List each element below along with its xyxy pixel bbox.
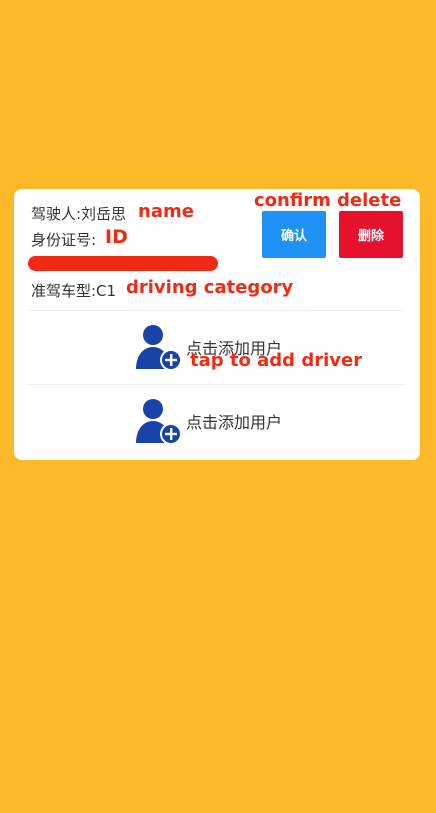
driving-category: 准驾车型:C1 [31,282,117,300]
confirm-button[interactable]: 确认 [262,211,326,258]
annotation-id: ID [105,226,128,248]
add-user-icon [136,325,182,371]
delete-button[interactable]: 删除 [339,211,403,258]
driver-card: 驾驶人:刘岳思 name 身份证号: ID confirm delete 确认 … [14,189,420,460]
annotation-driving-category: driving category [126,277,294,298]
annotation-confirm: confirm [254,190,331,211]
annotation-tap-to-add: tap to add driver [190,350,363,371]
add-user-row[interactable]: 点击添加用户 [14,391,420,455]
add-user-row[interactable]: 点击添加用户 [14,317,420,381]
driver-id-label: 身份证号: [31,231,97,249]
annotation-name: name [138,201,194,222]
add-user-icon [136,399,182,445]
id-redaction [28,256,218,271]
driver-name: 驾驶人:刘岳思 [31,205,127,223]
divider [29,384,404,385]
add-user-label: 点击添加用户 [186,413,283,432]
divider [29,310,404,311]
annotation-delete: delete [337,190,402,211]
